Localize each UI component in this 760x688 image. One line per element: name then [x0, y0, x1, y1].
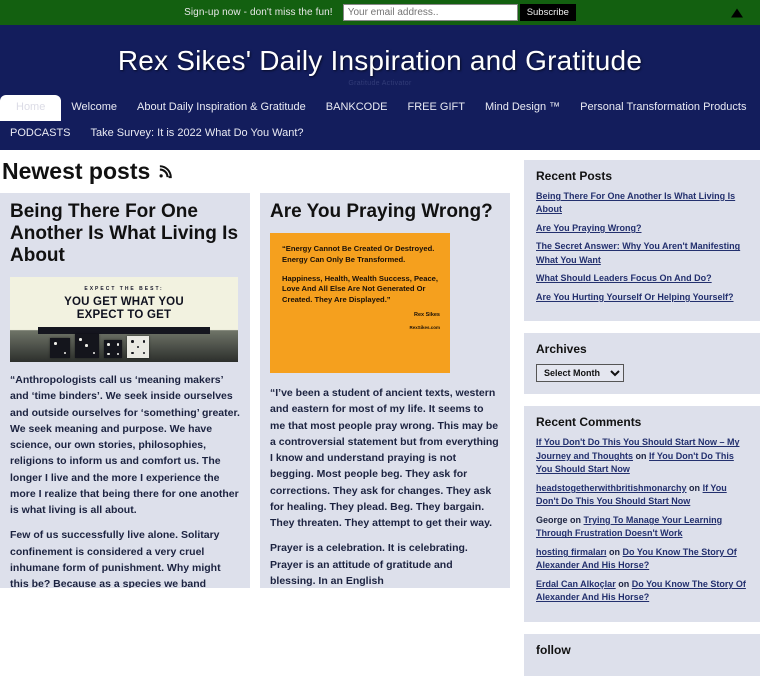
post-featured-image[interactable]: “Energy Cannot Be Created Or Destroyed. …	[270, 233, 450, 373]
comment-connector: on	[570, 514, 582, 525]
quote-site: RexSikes.com	[409, 324, 440, 330]
main-content: Newest posts Being There For One Another…	[0, 150, 516, 688]
comment-connector: on	[618, 578, 630, 589]
list-item: George on Trying To Manage Your Learning…	[536, 514, 748, 541]
featured-headline-line-1: YOU GET WHAT YOU	[64, 296, 184, 309]
widget-follow: follow	[524, 633, 760, 676]
quote-spacer	[282, 266, 440, 274]
comment-author-link[interactable]: Erdal Can Alkoçlar	[536, 579, 616, 589]
nav-item-about[interactable]: About Daily Inspiration & Gratitude	[127, 95, 316, 120]
list-item: Are You Hurting Yourself Or Helping Your…	[536, 291, 748, 305]
list-item: Being There For One Another Is What Livi…	[536, 190, 748, 217]
nav-item-welcome[interactable]: Welcome	[61, 95, 127, 120]
die	[50, 338, 70, 359]
featured-image-headline: YOU GET WHAT YOU EXPECT TO GET	[10, 296, 238, 322]
list-item: What Should Leaders Focus On And Do?	[536, 272, 748, 286]
die	[104, 340, 122, 359]
post-paragraph: Few of us successfully live alone. Solit…	[10, 529, 221, 588]
signup-text: Sign-up now - don't miss the fun!	[184, 7, 333, 18]
comment-author: George	[536, 514, 568, 525]
recent-post-link[interactable]: Are You Praying Wrong?	[536, 223, 642, 233]
recent-post-link[interactable]: Are You Hurting Yourself Or Helping Your…	[536, 292, 734, 302]
comment-author-link[interactable]: hosting firmaları	[536, 547, 607, 557]
posts-grid: Being There For One Another Is What Livi…	[0, 192, 516, 588]
recent-posts-list: Being There For One Another Is What Livi…	[536, 190, 748, 305]
signup-topbar: Sign-up now - don't miss the fun! Subscr…	[0, 0, 760, 25]
widget-title: follow	[536, 642, 571, 657]
comment-connector: on	[689, 482, 701, 493]
quote-author: Rex Sikes	[414, 311, 440, 318]
list-item: Are You Praying Wrong?	[536, 222, 748, 236]
post-featured-image[interactable]: EXPECT THE BEST: YOU GET WHAT YOU EXPECT…	[10, 277, 238, 363]
widget-recent-posts: Recent Posts Being There For One Another…	[524, 159, 760, 322]
post-body: “I’ve been a student of ancient texts, w…	[270, 385, 500, 588]
main-navigation: Home Welcome About Daily Inspiration & G…	[0, 95, 760, 150]
widget-title: Archives	[536, 342, 587, 357]
die	[127, 336, 149, 359]
widget-title: Recent Comments	[536, 415, 642, 430]
widget-recent-comments: Recent Comments If You Don't Do This You…	[524, 406, 760, 622]
nav-item-free-gift[interactable]: FREE GIFT	[398, 95, 475, 120]
quote-block-1: “Energy Cannot Be Created Or Destroyed. …	[282, 244, 435, 264]
site-tagline: Gratitude Activator	[348, 80, 412, 88]
site-header: Rex Sikes' Daily Inspiration and Gratitu…	[0, 25, 760, 96]
page-body: Newest posts Being There For One Another…	[0, 149, 760, 688]
list-item: If You Don't Do This You Should Start No…	[536, 436, 748, 477]
nav-item-podcasts[interactable]: PODCASTS	[0, 121, 81, 146]
list-item: Erdal Can Alkoçlar on Do You Know The St…	[536, 578, 748, 605]
archives-month-select[interactable]: Select Month	[536, 364, 624, 383]
featured-image-bar	[38, 327, 210, 335]
widget-title: Recent Posts	[536, 168, 613, 183]
triangle-up-icon[interactable]	[731, 8, 743, 17]
nav-item-home[interactable]: Home	[0, 95, 62, 121]
list-item: The Secret Answer: Why You Aren't Manife…	[536, 240, 748, 267]
site-title: Rex Sikes' Daily Inspiration and Gratitu…	[117, 45, 643, 76]
recent-post-link[interactable]: Being There For One Another Is What Livi…	[536, 191, 735, 215]
navigation-row-2: PODCASTS Take Survey: It is 2022 What Do…	[0, 121, 760, 146]
nav-item-personal-transformation-products[interactable]: Personal Transformation Products	[570, 95, 756, 120]
widget-archives: Archives Select Month	[524, 333, 760, 395]
post-paragraph: Prayer is a celebration. It is celebrati…	[270, 542, 468, 587]
comment-connector: on	[609, 546, 621, 557]
post-paragraph: “Anthropologists call us ‘meaning makers…	[10, 374, 240, 517]
rss-feed-icon[interactable]	[158, 158, 173, 185]
email-input[interactable]	[342, 4, 518, 21]
nav-item-take-survey[interactable]: Take Survey: It is 2022 What Do You Want…	[81, 121, 314, 146]
post-title[interactable]: Are You Praying Wrong?	[270, 201, 500, 223]
post-card: Are You Praying Wrong? “Energy Cannot Be…	[260, 192, 510, 588]
newest-posts-label: Newest posts	[2, 157, 151, 184]
dice-illustration	[50, 334, 149, 359]
featured-image-kicker: EXPECT THE BEST:	[84, 286, 164, 293]
list-item: hosting firmaları on Do You Know The Sto…	[536, 546, 748, 573]
recent-post-link[interactable]: What Should Leaders Focus On And Do?	[536, 273, 712, 283]
recent-post-link[interactable]: The Secret Answer: Why You Aren't Manife…	[536, 241, 740, 265]
nav-item-bankcode[interactable]: BANKCODE	[316, 95, 398, 120]
subscribe-button[interactable]: Subscribe	[519, 4, 576, 21]
post-body: “Anthropologists call us ‘meaning makers…	[10, 372, 240, 588]
sidebar: Recent Posts Being There For One Another…	[516, 150, 760, 688]
featured-headline-line-2: EXPECT TO GET	[76, 308, 172, 321]
comment-connector: on	[635, 450, 647, 461]
quote-block-2: Happiness, Health, Wealth Success, Peace…	[282, 273, 439, 305]
recent-comments-list: If You Don't Do This You Should Start No…	[536, 436, 748, 605]
post-paragraph: “I’ve been a student of ancient texts, w…	[270, 387, 499, 530]
list-item: headstogetherwithbritishmonarchy on If Y…	[536, 482, 748, 509]
post-card: Being There For One Another Is What Livi…	[0, 192, 250, 588]
page-title: Newest posts	[0, 150, 516, 193]
post-title[interactable]: Being There For One Another Is What Livi…	[10, 201, 240, 267]
comment-author-link[interactable]: headstogetherwithbritishmonarchy	[536, 483, 687, 493]
nav-item-mind-design[interactable]: Mind Design ™	[475, 95, 570, 120]
die	[75, 334, 99, 359]
